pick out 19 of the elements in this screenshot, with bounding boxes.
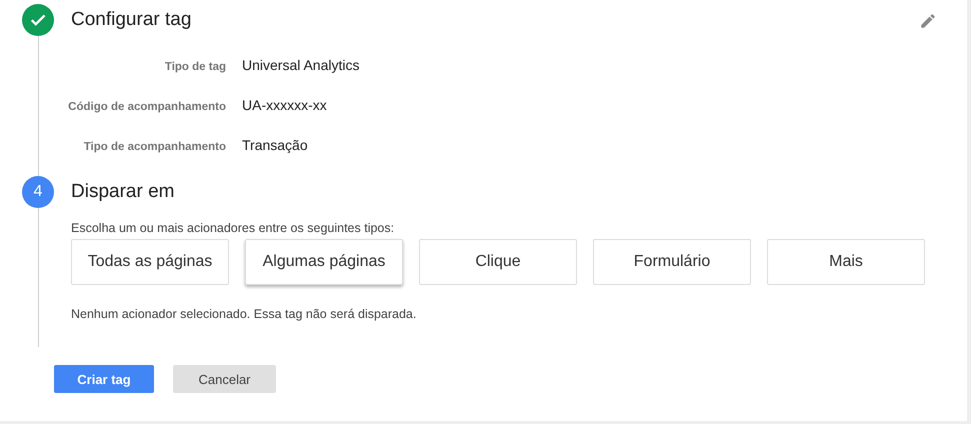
step-number: 4 bbox=[22, 176, 54, 208]
field-value: Transação bbox=[242, 137, 309, 153]
instruction-text: Escolha um ou mais acionadores entre os seguintes tipos: bbox=[71, 221, 396, 235]
step-title: Configurar tag bbox=[71, 8, 192, 32]
trigger-type-button[interactable]: Formulário bbox=[593, 239, 751, 285]
cancel-button[interactable]: Cancelar bbox=[173, 365, 276, 393]
trigger-type-button[interactable]: Clique bbox=[419, 239, 577, 285]
trigger-type-button[interactable]: Algumas páginas bbox=[245, 239, 403, 285]
trigger-type-button[interactable]: Mais bbox=[767, 239, 925, 285]
field-label: Tipo de tag bbox=[164, 61, 226, 73]
field-label: Tipo de acompanhamento bbox=[82, 141, 226, 153]
status-message: Nenhum acionador selecionado. Essa tag não será disparada. bbox=[71, 307, 418, 321]
field-label: Código de acompanhamento bbox=[67, 101, 226, 113]
step-title: Disparar em bbox=[71, 180, 174, 204]
edit-icon[interactable] bbox=[919, 12, 937, 30]
trigger-type-button[interactable]: Todas as páginas bbox=[71, 239, 229, 285]
field-value: UA-xxxxxx-xx bbox=[242, 97, 328, 113]
create-button[interactable]: Criar tag bbox=[54, 365, 154, 393]
field-value: Universal Analytics bbox=[242, 57, 360, 73]
